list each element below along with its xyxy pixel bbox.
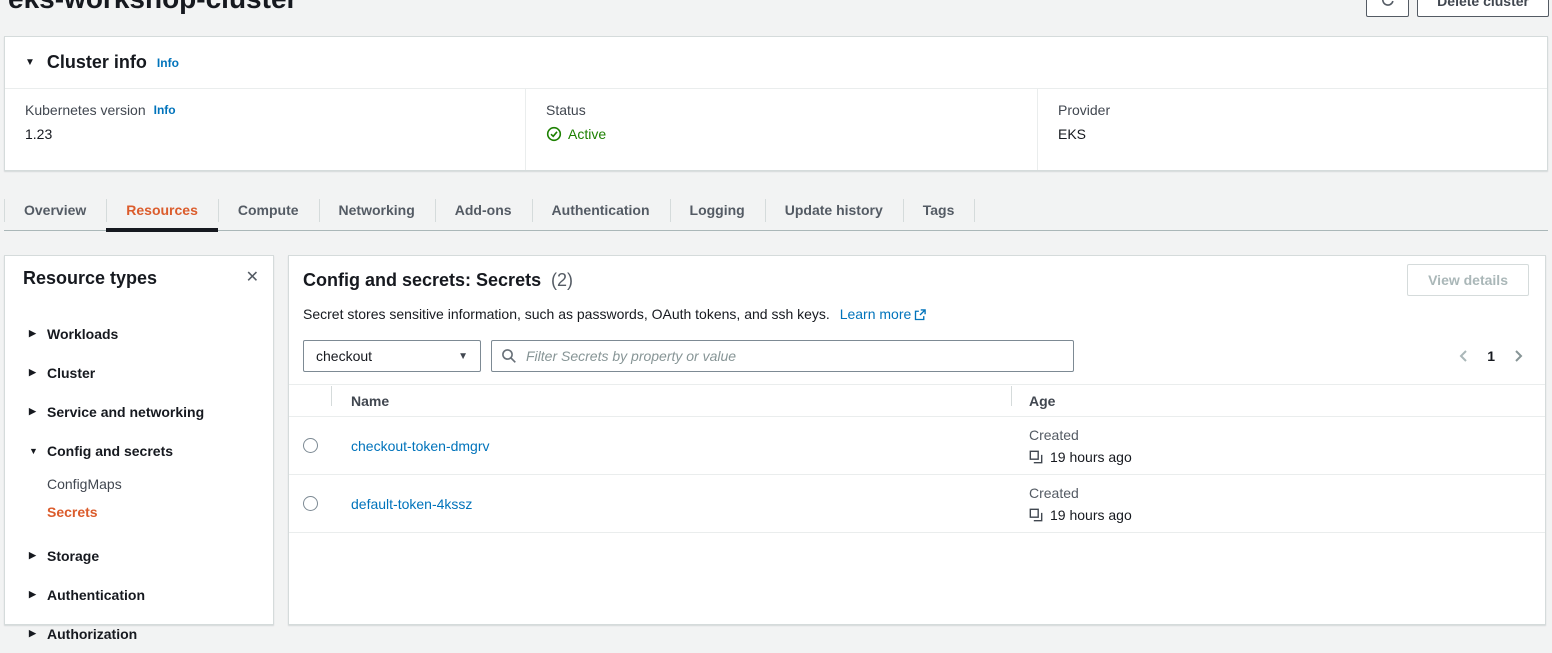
- filter-type-dropdown[interactable]: checkout ▼: [303, 340, 481, 372]
- provider-label: Provider: [1058, 102, 1110, 118]
- secret-name-link[interactable]: checkout-token-dmgrv: [351, 438, 490, 454]
- filter-type-value: checkout: [316, 348, 372, 364]
- expand-icon: ▶: [29, 628, 47, 639]
- age-value: 19 hours ago: [1050, 446, 1132, 468]
- page-number[interactable]: 1: [1487, 348, 1495, 364]
- sidebar-item-config-and-secrets[interactable]: ▼ Config and secrets: [5, 431, 273, 470]
- header-actions: Delete cluster: [1366, 0, 1549, 17]
- dropdown-caret-icon: ▼: [458, 351, 468, 362]
- column-header-name: Name: [331, 393, 1011, 409]
- expand-icon: ▶: [29, 589, 47, 600]
- kubernetes-version-label: Kubernetes version: [25, 102, 146, 118]
- secrets-count: (2): [551, 270, 573, 290]
- expand-icon: ▶: [29, 550, 47, 561]
- resource-types-list: ▶ Workloads ▶ Cluster ▶ Service and netw…: [5, 314, 273, 653]
- sidebar-item-label: Storage: [47, 548, 99, 564]
- learn-more-link[interactable]: Learn more: [840, 306, 912, 322]
- chevron-left-icon[interactable]: [1457, 348, 1470, 364]
- search-input[interactable]: [491, 340, 1074, 372]
- cluster-info-title: Cluster info: [47, 52, 147, 73]
- secrets-table: Name Age checkout-token-dmgrv Created: [289, 384, 1545, 533]
- kubernetes-version-value: 1.23: [25, 126, 505, 142]
- row-radio-button[interactable]: [303, 438, 318, 453]
- tab-add-ons[interactable]: Add-ons: [435, 190, 532, 230]
- tab-logging[interactable]: Logging: [670, 190, 765, 230]
- delete-cluster-button[interactable]: Delete cluster: [1417, 0, 1549, 17]
- tab-networking[interactable]: Networking: [319, 190, 435, 230]
- expand-icon: ▶: [29, 367, 47, 378]
- collapse-icon: ▼: [29, 446, 47, 456]
- sidebar-item-label: Config and secrets: [47, 443, 173, 459]
- chevron-right-icon[interactable]: [1512, 348, 1525, 364]
- secrets-panel: Config and secrets: Secrets (2) View det…: [288, 255, 1546, 625]
- sidebar-item-secrets[interactable]: Secrets: [5, 498, 273, 526]
- field-status: Status Active: [525, 89, 1037, 170]
- cluster-info-body: Kubernetes version Info 1.23 Status Acti…: [5, 89, 1547, 170]
- copy-icon[interactable]: [1029, 450, 1043, 464]
- tab-compute[interactable]: Compute: [218, 190, 319, 230]
- sidebar-subitem-label: Secrets: [47, 504, 98, 520]
- sidebar-item-label: Service and networking: [47, 404, 204, 420]
- status-label: Status: [546, 102, 586, 118]
- sidebar-item-service-and-networking[interactable]: ▶ Service and networking: [5, 392, 273, 431]
- sidebar-subitem-label: ConfigMaps: [47, 476, 122, 492]
- close-icon[interactable]: ✕: [246, 266, 259, 290]
- cluster-info-panel: ▼ Cluster info Info Kubernetes version I…: [4, 36, 1548, 171]
- tab-tags[interactable]: Tags: [903, 190, 975, 230]
- pagination: 1: [1457, 340, 1525, 372]
- resource-types-panel: Resource types ✕ ▶ Workloads ▶ Cluster ▶…: [4, 255, 274, 625]
- sidebar-item-configmaps[interactable]: ConfigMaps: [5, 470, 273, 498]
- sidebar-item-label: Authorization: [47, 626, 137, 642]
- sidebar-item-label: Cluster: [47, 365, 95, 381]
- search-icon: [501, 348, 517, 364]
- view-details-button[interactable]: View details: [1407, 264, 1529, 296]
- provider-value: EKS: [1058, 126, 1527, 142]
- resource-types-title: Resource types: [23, 266, 157, 290]
- field-kubernetes-version: Kubernetes version Info 1.23: [5, 89, 525, 170]
- expand-icon: ▶: [29, 328, 47, 339]
- cluster-info-info-link[interactable]: Info: [157, 56, 179, 70]
- field-provider: Provider EKS: [1037, 89, 1547, 170]
- check-circle-icon: [546, 126, 562, 142]
- cluster-tabs: Overview Resources Compute Networking Ad…: [4, 190, 1548, 231]
- tab-update-history[interactable]: Update history: [765, 190, 903, 230]
- age-created-label: Created: [1029, 482, 1545, 504]
- sidebar-item-label: Authentication: [47, 587, 145, 603]
- column-header-age: Age: [1011, 393, 1545, 409]
- sidebar-item-authorization[interactable]: ▶ Authorization: [5, 614, 273, 653]
- secret-name-link[interactable]: default-token-4kssz: [351, 496, 472, 512]
- tab-divider: [974, 190, 975, 230]
- row-radio-button[interactable]: [303, 496, 318, 511]
- collapse-caret-icon: ▼: [25, 57, 35, 68]
- age-created-label: Created: [1029, 424, 1545, 446]
- table-row: default-token-4kssz Created 19 hours ago: [289, 475, 1545, 533]
- page-title: eks-workshop-cluster: [8, 0, 297, 15]
- refresh-button[interactable]: [1366, 0, 1409, 17]
- status-badge: Active: [568, 126, 606, 142]
- secrets-panel-title: Config and secrets: Secrets: [303, 270, 541, 290]
- tab-authentication[interactable]: Authentication: [532, 190, 670, 230]
- secrets-description: Secret stores sensitive information, suc…: [303, 306, 830, 322]
- refresh-icon: [1380, 0, 1396, 11]
- sidebar-item-storage[interactable]: ▶ Storage: [5, 536, 273, 575]
- table-row: checkout-token-dmgrv Created 19 hours ag…: [289, 417, 1545, 475]
- table-header-row: Name Age: [289, 384, 1545, 417]
- kubernetes-version-info-link[interactable]: Info: [154, 103, 176, 117]
- sidebar-item-workloads[interactable]: ▶ Workloads: [5, 314, 273, 353]
- sidebar-item-label: Workloads: [47, 326, 118, 342]
- external-link-icon: [914, 308, 926, 324]
- tab-overview[interactable]: Overview: [4, 190, 106, 230]
- copy-icon[interactable]: [1029, 508, 1043, 522]
- tab-resources[interactable]: Resources: [106, 190, 218, 230]
- sidebar-item-cluster[interactable]: ▶ Cluster: [5, 353, 273, 392]
- age-value: 19 hours ago: [1050, 504, 1132, 526]
- expand-icon: ▶: [29, 406, 47, 417]
- sidebar-item-authentication[interactable]: ▶ Authentication: [5, 575, 273, 614]
- cluster-info-header[interactable]: ▼ Cluster info Info: [5, 37, 1547, 89]
